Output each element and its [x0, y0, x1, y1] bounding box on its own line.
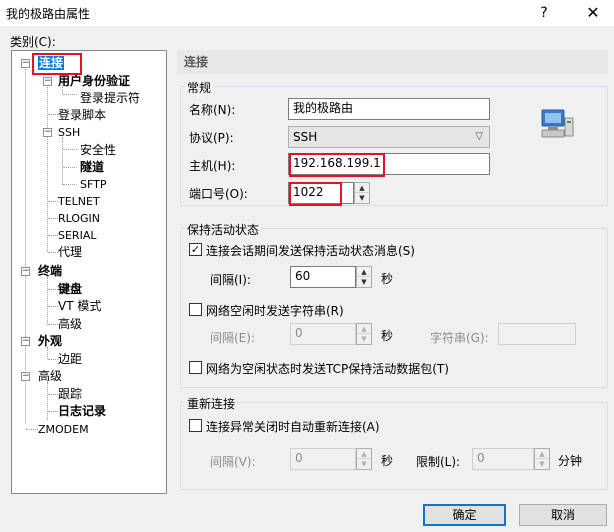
title-bar	[0, 0, 614, 26]
collapse-icon[interactable]: −	[43, 128, 52, 137]
highlight-outline	[289, 153, 385, 177]
interval2-spinner[interactable]: ▲ ▼	[356, 323, 372, 345]
idle-string-label: 网络空闲时发送字符串(R)	[206, 304, 344, 318]
reconnect-interval-label: 间隔(V):	[210, 455, 256, 469]
send-keepalive-checkbox[interactable]: ✓	[189, 243, 202, 256]
network-computer-icon	[541, 109, 574, 138]
tree-item-advanced2[interactable]: 高级	[38, 369, 62, 384]
port-label: 端口号(O):	[189, 187, 248, 201]
ok-button[interactable]: 确定	[423, 504, 506, 526]
tcp-keepalive-checkbox[interactable]	[189, 361, 202, 374]
reconnect-group	[180, 402, 608, 490]
spin-up-icon[interactable]: ▲	[535, 449, 549, 459]
interval-unit: 秒	[381, 272, 394, 286]
collapse-icon[interactable]: −	[21, 267, 30, 276]
interval-label: 间隔(I):	[210, 273, 251, 287]
tree-item-advanced[interactable]: 高级	[58, 317, 82, 332]
spin-down-icon[interactable]: ▼	[357, 334, 371, 344]
auto-reconnect-checkbox[interactable]	[189, 419, 202, 432]
string-label: 字符串(G):	[430, 331, 489, 345]
string-input[interactable]	[498, 323, 576, 345]
tree-item-logging[interactable]: 日志记录	[58, 404, 106, 419]
tree-item-telnet[interactable]: TELNET	[58, 194, 100, 209]
protocol-label: 协议(P):	[189, 131, 234, 145]
chevron-down-icon: ▽	[475, 131, 483, 142]
limit-unit: 分钟	[558, 454, 583, 468]
interval2-unit: 秒	[381, 329, 394, 343]
limit-label: 限制(L):	[416, 455, 461, 469]
spin-down-icon[interactable]: ▼	[535, 459, 549, 469]
general-group-title: 常规	[185, 79, 214, 96]
tcp-keepalive-label: 网络为空闲状态时发送TCP保持活动数据包(T)	[206, 362, 449, 376]
limit-spinner[interactable]: ▲ ▼	[534, 448, 550, 470]
name-input[interactable]: 我的极路由	[288, 98, 490, 120]
close-button[interactable]: ✕	[578, 2, 608, 24]
send-keepalive-label: 连接会话期间发送保持活动状态消息(S)	[206, 244, 415, 258]
help-button[interactable]: ?	[531, 2, 557, 24]
spin-down-icon[interactable]: ▼	[357, 459, 371, 469]
spin-down-icon[interactable]: ▼	[357, 277, 371, 287]
spin-up-icon[interactable]: ▲	[357, 267, 371, 277]
tree-item-user-auth[interactable]: 用户身份验证	[58, 74, 130, 89]
tree-item-rlogin[interactable]: RLOGIN	[58, 211, 100, 226]
panel-header: 连接	[177, 50, 608, 74]
interval-spinner[interactable]: ▲ ▼	[356, 266, 372, 288]
protocol-select[interactable]: SSH ▽	[288, 126, 490, 148]
highlight-outline	[289, 182, 342, 206]
reconnect-interval-spinner[interactable]: ▲ ▼	[356, 448, 372, 470]
interval2-label: 间隔(E):	[210, 331, 255, 345]
tree-item-login-prompt[interactable]: 登录提示符	[80, 91, 140, 106]
auto-reconnect-label: 连接异常关闭时自动重新连接(A)	[206, 420, 380, 434]
highlight-outline	[32, 53, 82, 75]
spin-down-icon[interactable]: ▼	[355, 193, 369, 203]
collapse-icon[interactable]: −	[43, 77, 52, 86]
reconnect-interval-input[interactable]: 0	[290, 448, 356, 470]
tree-item-proxy[interactable]: 代理	[58, 245, 82, 260]
collapse-icon[interactable]: −	[21, 59, 30, 68]
interval-input[interactable]: 60	[290, 266, 356, 288]
protocol-select-value: SSH	[293, 130, 318, 144]
cancel-button[interactable]: 取消	[519, 504, 607, 526]
host-label: 主机(H):	[189, 159, 236, 173]
name-label: 名称(N):	[189, 103, 236, 117]
tree-item-login-script[interactable]: 登录脚本	[58, 108, 106, 123]
collapse-icon[interactable]: −	[21, 372, 30, 381]
spin-up-icon[interactable]: ▲	[357, 324, 371, 334]
tree-item-margin[interactable]: 边距	[58, 352, 82, 367]
spin-up-icon[interactable]: ▲	[355, 183, 369, 193]
idle-string-checkbox[interactable]	[189, 303, 202, 316]
window-title: 我的极路由属性	[6, 7, 91, 21]
tree-item-sftp[interactable]: SFTP	[80, 177, 106, 192]
tree-item-keyboard[interactable]: 键盘	[58, 282, 82, 297]
spin-up-icon[interactable]: ▲	[357, 449, 371, 459]
category-label: 类别(C):	[10, 35, 56, 49]
limit-input[interactable]: 0	[472, 448, 534, 470]
tree-item-ssh[interactable]: SSH	[58, 125, 80, 140]
tree-item-terminal[interactable]: 终端	[38, 264, 62, 279]
tree-item-security[interactable]: 安全性	[80, 143, 116, 158]
tree-item-vt-mode[interactable]: VT 模式	[58, 299, 101, 314]
tree-item-appearance[interactable]: 外观	[38, 334, 62, 349]
port-spinner[interactable]: ▲ ▼	[354, 182, 370, 204]
collapse-icon[interactable]: −	[21, 337, 30, 346]
keepalive-group-title: 保持活动状态	[185, 221, 262, 238]
tree-item-zmodem[interactable]: ZMODEM	[38, 422, 89, 437]
tree-item-serial[interactable]: SERIAL	[58, 228, 96, 243]
tree-item-tunnel[interactable]: 隧道	[80, 160, 104, 175]
tree-item-trace[interactable]: 跟踪	[58, 387, 82, 402]
category-tree[interactable]: − 连接 − 用户身份验证 登录提示符 登录脚本 − SSH 安全性 隧道 SF…	[11, 50, 167, 494]
reconnect-group-title: 重新连接	[185, 395, 238, 412]
reconnect-interval-unit: 秒	[381, 454, 394, 468]
interval2-input[interactable]: 0	[290, 323, 356, 345]
